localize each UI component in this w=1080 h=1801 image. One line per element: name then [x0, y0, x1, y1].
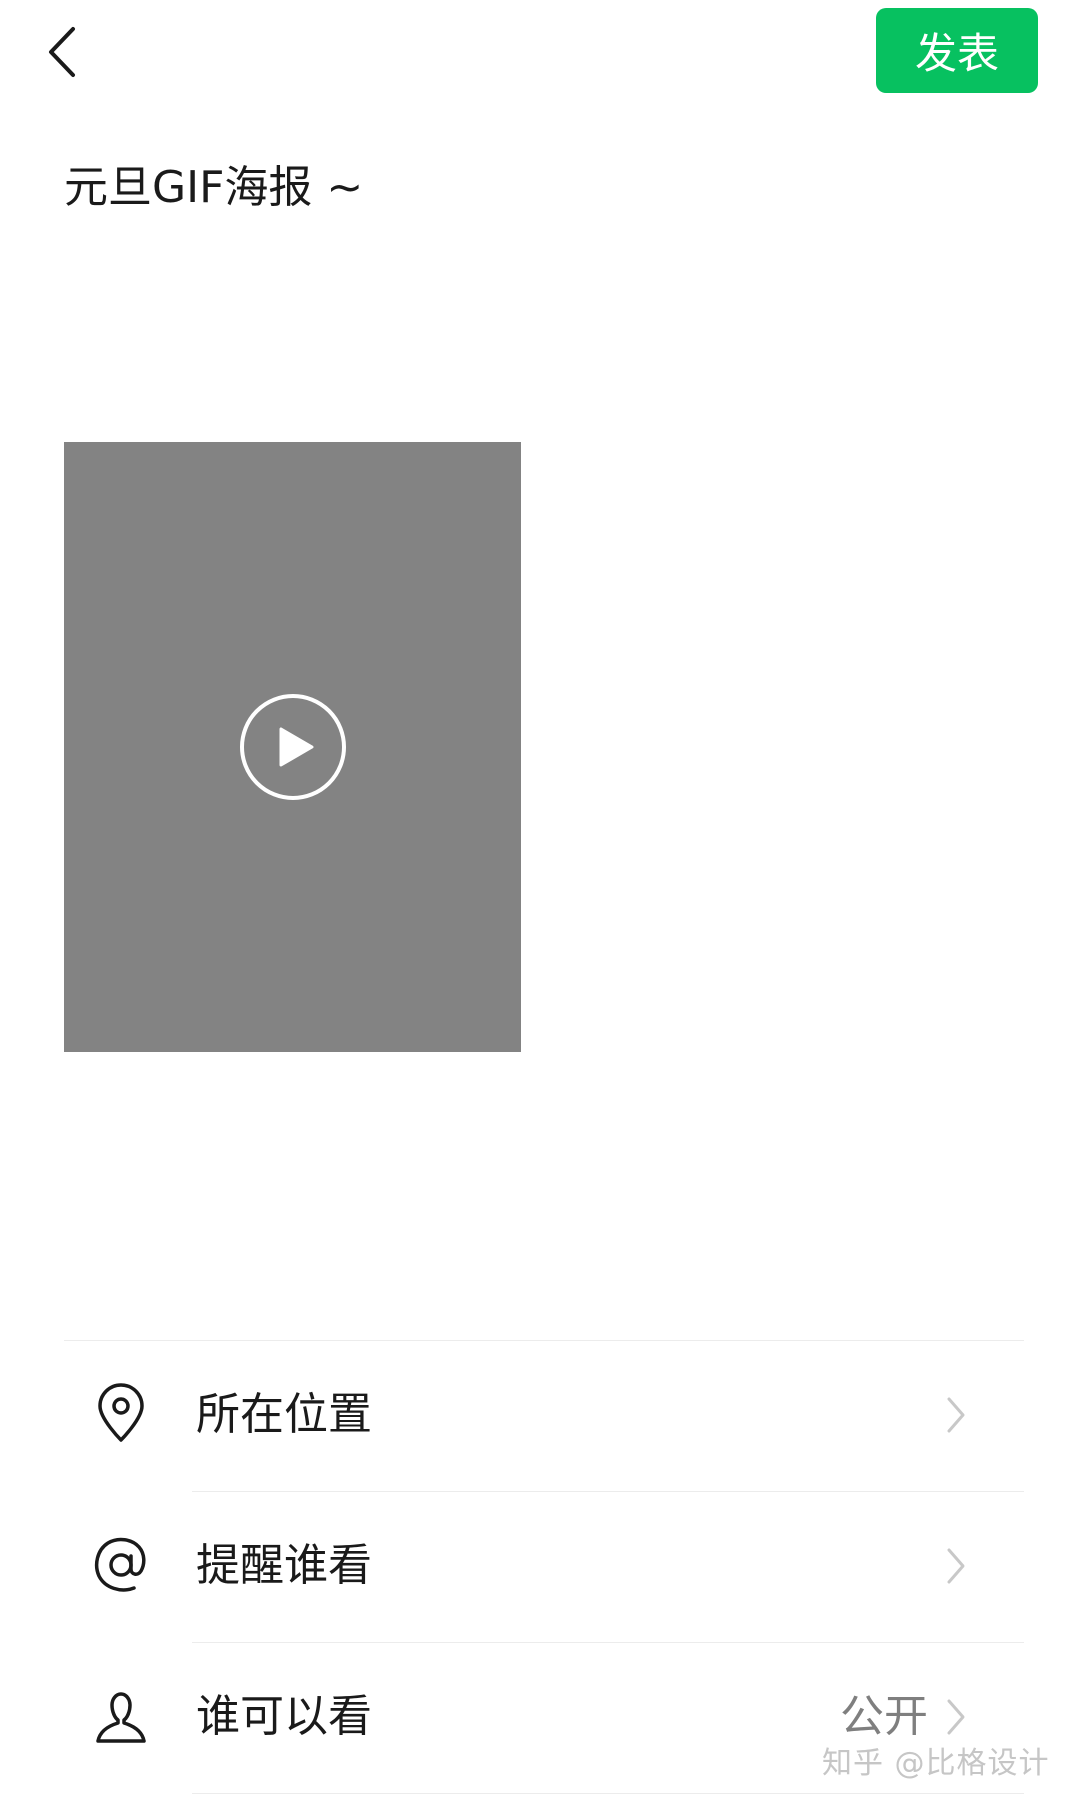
location-pin-icon: [98, 1383, 144, 1442]
publish-button[interactable]: 发表: [876, 8, 1038, 93]
video-thumbnail[interactable]: [64, 442, 521, 1052]
option-location[interactable]: 所在位置: [64, 1341, 1024, 1491]
option-location-label: 所在位置: [196, 1389, 372, 1440]
chevron-right-icon: [947, 1548, 965, 1584]
row-divider: [192, 1793, 1024, 1794]
option-mention[interactable]: 提醒谁看: [64, 1492, 1024, 1642]
post-caption[interactable]: 元旦GIF海报 ~: [64, 158, 363, 218]
watermark: 知乎 @比格设计: [822, 1746, 1050, 1781]
back-button[interactable]: [30, 20, 94, 84]
chevron-right-icon: [947, 1397, 965, 1433]
chevron-left-icon: [49, 27, 75, 77]
person-icon: [96, 1692, 146, 1743]
option-mention-label: 提醒谁看: [196, 1540, 372, 1591]
play-icon: [240, 694, 346, 800]
chevron-right-icon: [947, 1699, 965, 1735]
at-sign-icon: [95, 1537, 146, 1592]
option-visibility-label: 谁可以看: [196, 1691, 372, 1742]
